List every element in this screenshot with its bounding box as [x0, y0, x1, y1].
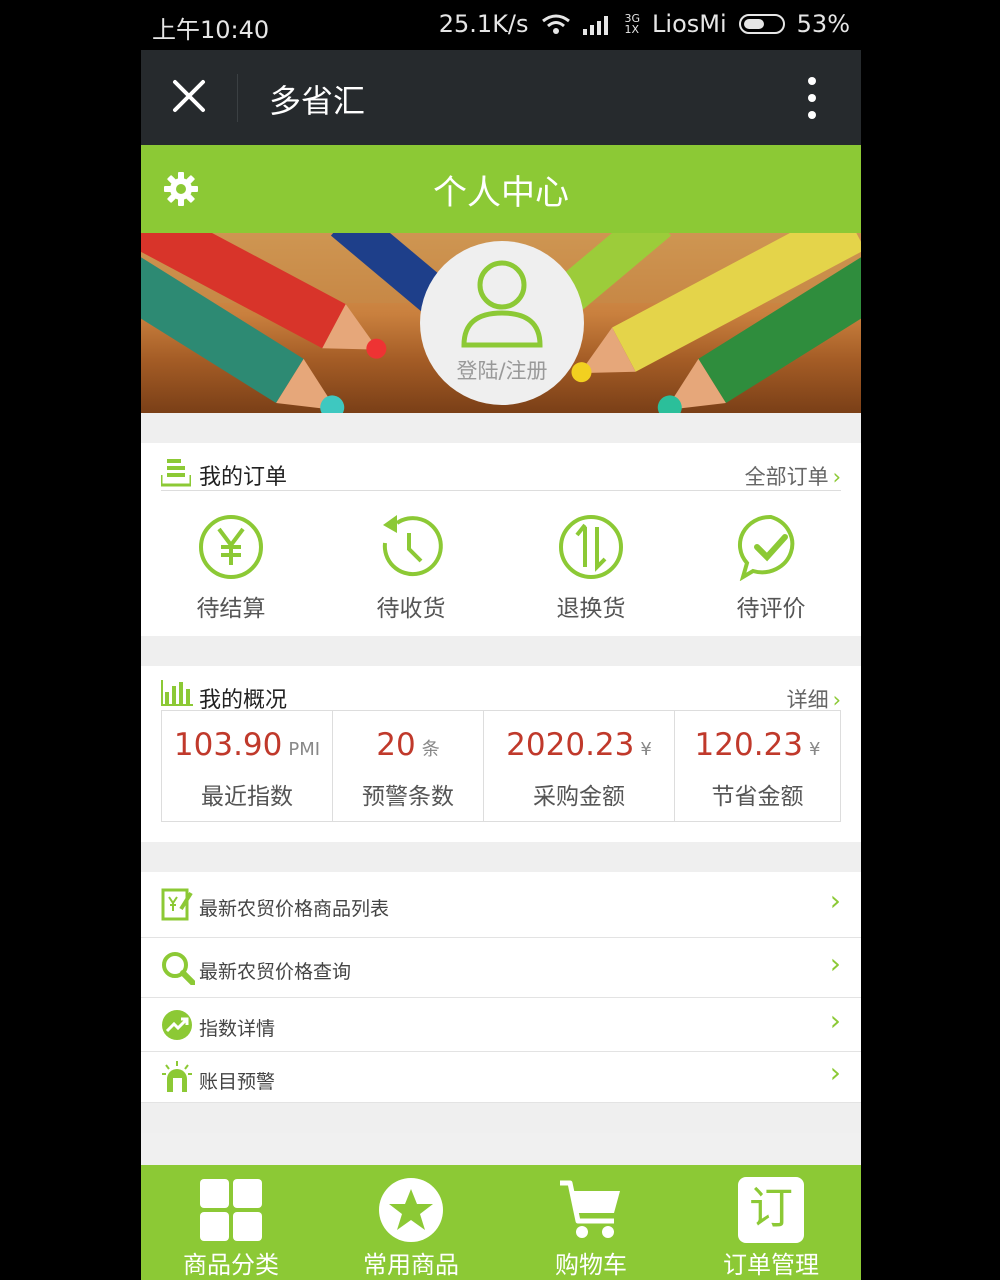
battery-icon	[738, 14, 785, 34]
orders-header: 我的订单 全部订单 ›	[141, 443, 861, 491]
chevron-right-icon: ›	[829, 884, 841, 917]
stat-recent-index[interactable]: 103.90 PMI 最近指数	[162, 711, 333, 821]
chevron-right-icon: ›	[832, 465, 841, 489]
wifi-icon	[541, 14, 570, 34]
stat-purchase-amount[interactable]: 2020.23 ¥ 采购金额	[484, 711, 675, 821]
menu-price-query[interactable]: 最新农贸价格查询 ›	[141, 938, 861, 998]
menu-account-alert[interactable]: 账目预警 ›	[141, 1052, 861, 1103]
chevron-right-icon: ›	[829, 947, 841, 980]
section-gap	[141, 413, 861, 443]
alarm-icon	[162, 1061, 192, 1092]
grid-icon	[200, 1179, 262, 1241]
section-gap	[141, 842, 861, 872]
orders-title: 我的订单	[199, 465, 288, 490]
overview-detail-link[interactable]: 详细 ›	[787, 684, 841, 714]
status-bar: 上午10:40 25.1K/s 3G 1X LiosMi 53%	[0, 0, 1000, 50]
app-window: 多省汇 个人中心 登陆/注册 我的订单 全部订单 › 待结算 待收货 退换货 待…	[141, 50, 861, 1280]
order-returns[interactable]: 退换货	[501, 491, 681, 636]
status-speed: 25.1K/s	[438, 10, 529, 38]
tab-favorites[interactable]: 常用商品	[321, 1165, 501, 1280]
yen-icon	[199, 515, 263, 579]
topbar-divider	[237, 74, 238, 122]
order-icon: 订	[738, 1177, 804, 1243]
section-gap	[141, 1103, 861, 1133]
net-type: 3G 1X	[624, 12, 641, 36]
menu-index-detail[interactable]: 指数详情 ›	[141, 998, 861, 1052]
profile-banner: 登陆/注册	[141, 233, 861, 413]
tab-categories[interactable]: 商品分类	[141, 1165, 321, 1280]
trend-icon	[162, 1010, 192, 1040]
app-title: 多省汇	[269, 82, 366, 120]
login-register-link[interactable]: 登陆/注册	[420, 355, 584, 385]
menu-price-list[interactable]: 最新农贸价格商品列表 ›	[141, 872, 861, 938]
bar-chart-icon	[161, 680, 193, 706]
status-time: 上午10:40	[152, 16, 270, 44]
exchange-icon	[559, 515, 623, 579]
tab-orders[interactable]: 订 订单管理	[681, 1165, 861, 1280]
order-pending-settlement[interactable]: 待结算	[141, 491, 321, 636]
close-icon[interactable]	[169, 76, 209, 116]
order-pending-receipt[interactable]: 待收货	[321, 491, 501, 636]
tab-cart[interactable]: 购物车	[501, 1165, 681, 1280]
section-gap	[141, 636, 861, 666]
clock-icon	[382, 515, 443, 577]
signal-icon	[582, 16, 608, 35]
page-title: 个人中心	[433, 173, 569, 213]
avatar[interactable]: 登陆/注册	[420, 241, 584, 405]
comment-check-icon	[737, 514, 795, 581]
more-icon[interactable]	[805, 76, 819, 120]
topbar: 多省汇	[141, 50, 861, 145]
status-carrier: LiosMi	[652, 10, 727, 38]
orders-icon	[161, 459, 191, 487]
star-icon	[379, 1178, 443, 1242]
overview-title: 我的概况	[199, 688, 288, 713]
search-icon	[162, 952, 195, 985]
chevron-right-icon: ›	[829, 1056, 841, 1089]
all-orders-link[interactable]: 全部订单 ›	[745, 461, 841, 491]
cart-icon	[560, 1180, 620, 1238]
orders-card: 我的订单 全部订单 › 待结算 待收货 退换货 待评价	[141, 443, 861, 636]
chevron-right-icon: ›	[829, 1004, 841, 1037]
stat-savings-amount[interactable]: 120.23 ¥ 节省金额	[675, 711, 840, 821]
chevron-right-icon: ›	[832, 688, 841, 712]
price-list-icon	[161, 888, 193, 921]
overview-header: 我的概况 详细 ›	[141, 666, 861, 713]
user-icon	[461, 260, 543, 348]
order-status-row: 待结算 待收货 退换货 待评价	[141, 491, 861, 636]
overview-stats: 103.90 PMI 最近指数 20 条 预警条数 2020.23 ¥ 采购金额 12…	[161, 710, 841, 822]
bottom-tab-bar: 商品分类 常用商品 购物车 订 订单管理	[141, 1165, 861, 1280]
stat-alert-count[interactable]: 20 条 预警条数	[333, 711, 484, 821]
status-battery: 53%	[796, 10, 850, 38]
order-pending-review[interactable]: 待评价	[681, 491, 861, 636]
page-header: 个人中心	[141, 145, 861, 233]
overview-card: 我的概况 详细 › 103.90 PMI 最近指数 20 条 预警条数 2020.23…	[141, 666, 861, 842]
